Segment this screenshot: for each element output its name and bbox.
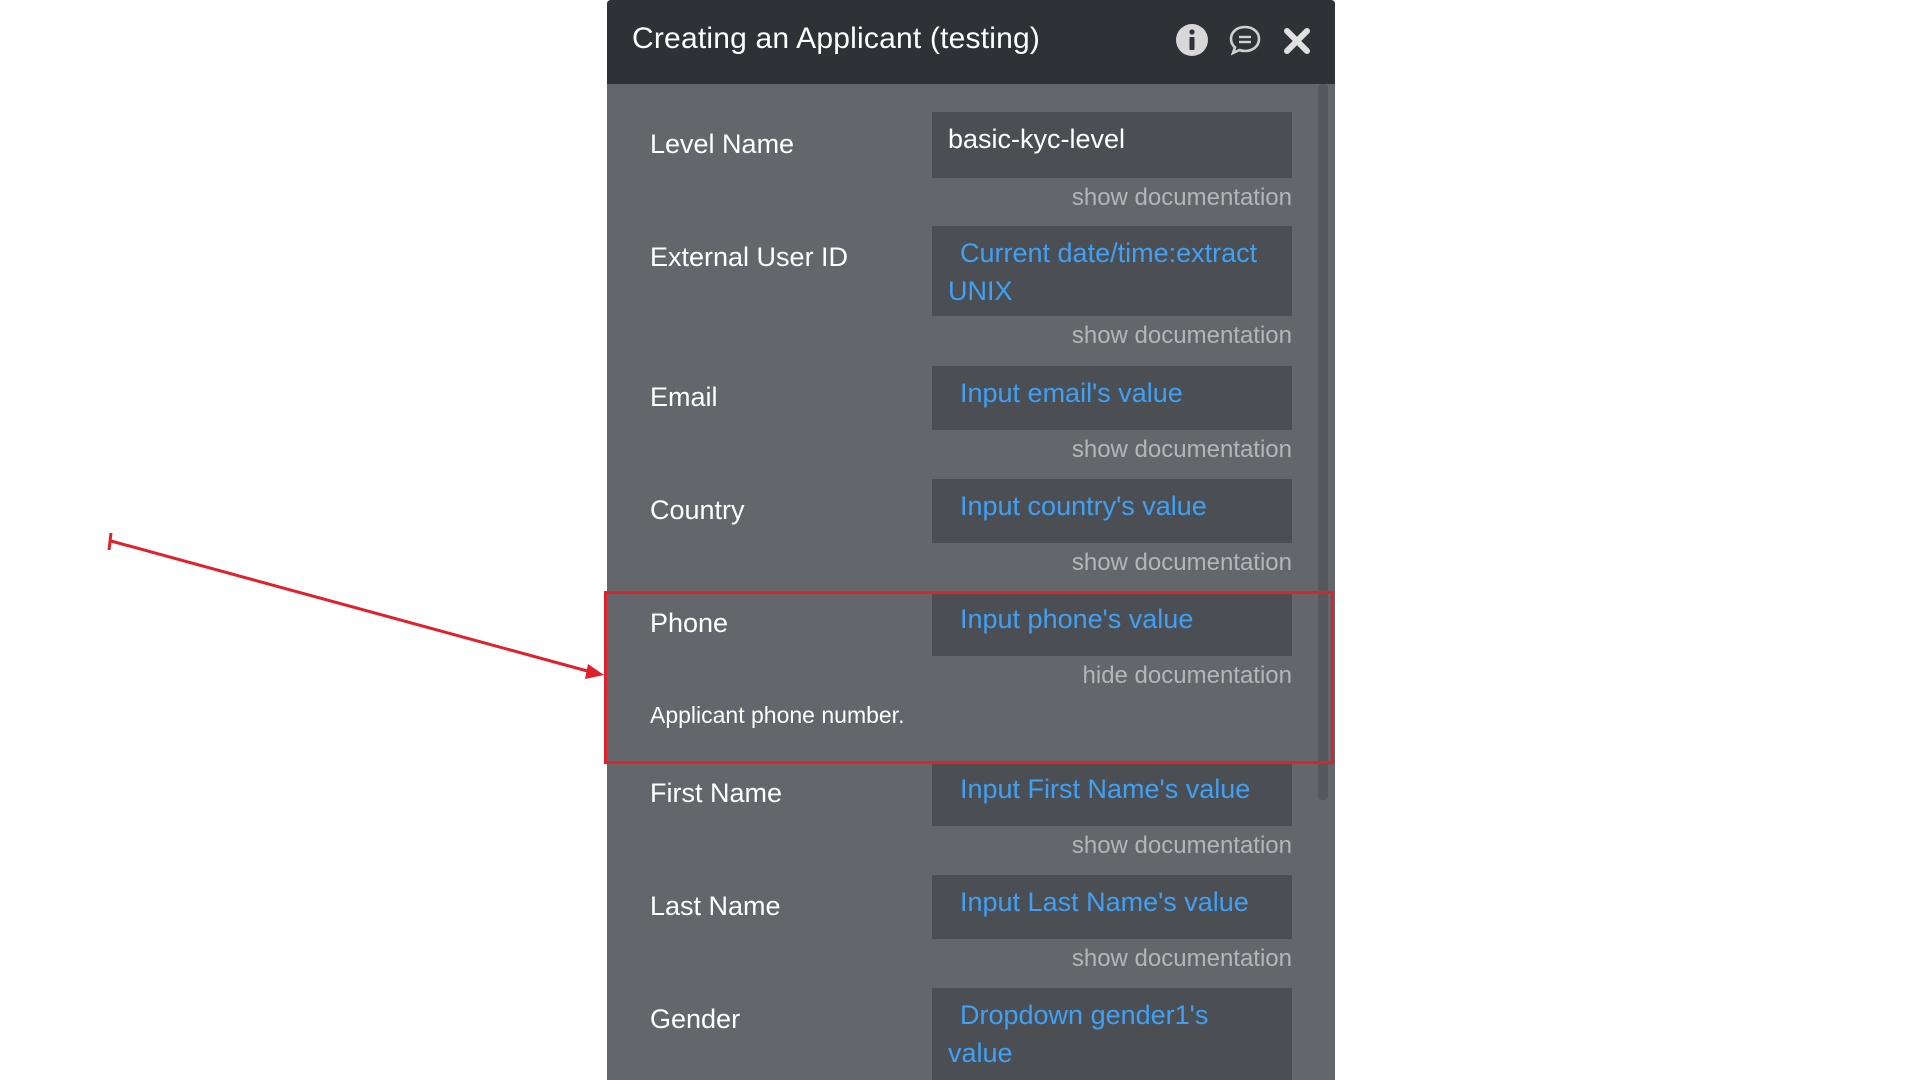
show-documentation-link[interactable]: show documentation	[1072, 945, 1292, 973]
gender-value-line1: Dropdown gender1's	[960, 1000, 1209, 1030]
external-user-id-value-line2: UNIX	[948, 276, 1013, 306]
email-value: Input email's value	[960, 378, 1183, 408]
first-name-value: Input First Name's value	[960, 774, 1251, 804]
screenshot-stage: Creating an Applicant (testing) Level Na…	[0, 0, 1920, 1080]
show-documentation-link[interactable]: show documentation	[1072, 549, 1292, 577]
field-label-external-user-id: External User ID	[650, 242, 849, 272]
show-documentation-link[interactable]: show documentation	[1072, 832, 1292, 860]
level-name-value: basic-kyc-level	[948, 124, 1126, 154]
close-icon[interactable]	[1277, 20, 1317, 60]
last-name-value-field[interactable]: Input Last Name's value	[932, 875, 1292, 939]
level-name-value-field[interactable]: basic-kyc-level	[932, 112, 1292, 178]
phone-value-field[interactable]: Input phone's value	[932, 592, 1292, 656]
phone-value: Input phone's value	[960, 604, 1194, 634]
first-name-value-field[interactable]: Input First Name's value	[932, 762, 1292, 826]
email-value-field[interactable]: Input email's value	[932, 366, 1292, 430]
show-documentation-link[interactable]: show documentation	[1072, 184, 1292, 212]
gender-value-field[interactable]: Dropdown gender1's value	[932, 988, 1292, 1080]
external-user-id-value-line1: Current date/time:extract	[960, 238, 1258, 268]
show-documentation-link[interactable]: show documentation	[1072, 322, 1292, 350]
field-label-gender: Gender	[650, 1004, 741, 1034]
gender-value-line2: value	[948, 1038, 1013, 1068]
external-user-id-value-field[interactable]: Current date/time:extract UNIX	[932, 226, 1292, 316]
field-label-level-name: Level Name	[650, 129, 795, 159]
phone-documentation-text: Applicant phone number.	[650, 702, 905, 728]
field-label-phone: Phone	[650, 608, 729, 638]
show-documentation-link[interactable]: show documentation	[1072, 436, 1292, 464]
panel-scrollbar[interactable]	[1318, 84, 1328, 800]
hide-documentation-link[interactable]: hide documentation	[1083, 662, 1292, 690]
country-value-field[interactable]: Input country's value	[932, 479, 1292, 543]
info-icon[interactable]	[1172, 20, 1212, 60]
field-label-email: Email	[650, 382, 718, 412]
panel-header: Creating an Applicant (testing)	[607, 0, 1335, 84]
field-label-first-name: First Name	[650, 778, 783, 808]
panel-title: Creating an Applicant (testing)	[632, 22, 1041, 55]
field-label-last-name: Last Name	[650, 891, 781, 921]
field-label-country: Country	[650, 495, 745, 525]
last-name-value: Input Last Name's value	[960, 887, 1249, 917]
country-value: Input country's value	[960, 491, 1207, 521]
comment-icon[interactable]	[1225, 20, 1265, 60]
